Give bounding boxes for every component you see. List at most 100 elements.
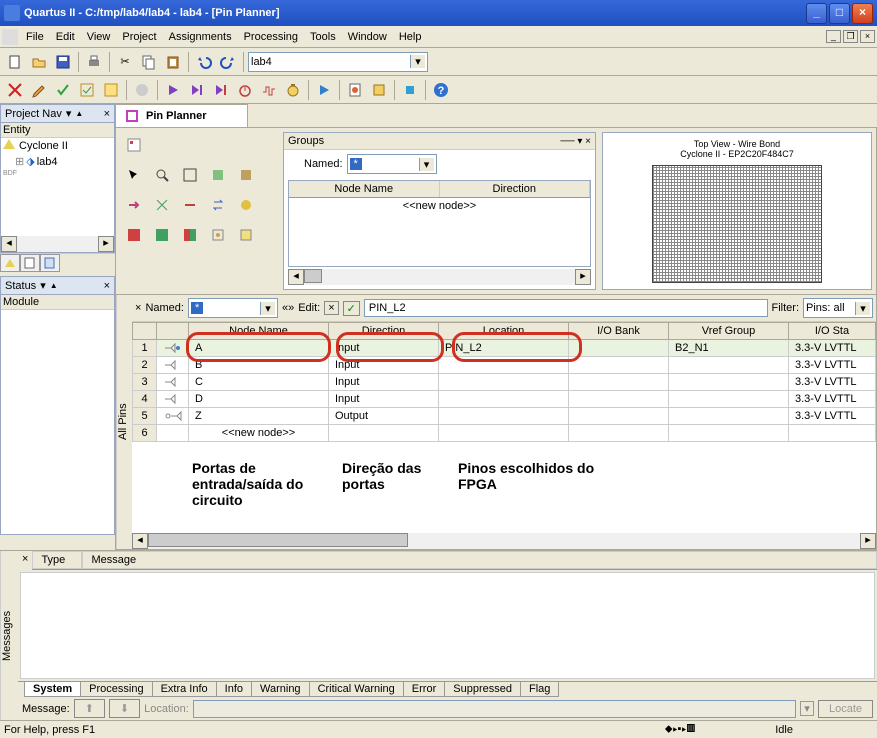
col-location[interactable]: Location bbox=[439, 323, 569, 340]
scroll-left-icon[interactable]: ◂ bbox=[1, 236, 17, 252]
chevron-down-icon[interactable]: ▾ bbox=[419, 158, 434, 171]
close-button[interactable]: × bbox=[852, 3, 873, 24]
simulate-icon[interactable] bbox=[313, 79, 335, 101]
paste-icon[interactable] bbox=[162, 51, 184, 73]
tab-criticalwarning[interactable]: Critical Warning bbox=[309, 682, 404, 697]
tab-pin-planner[interactable]: Pin Planner bbox=[115, 104, 248, 127]
open-icon[interactable] bbox=[28, 51, 50, 73]
help-icon[interactable]: ? bbox=[430, 79, 452, 101]
msg-prev-icon[interactable]: ⬆ bbox=[74, 699, 105, 718]
pencil-icon[interactable] bbox=[28, 79, 50, 101]
edit-accept-icon[interactable]: ✓ bbox=[343, 301, 360, 316]
new-icon[interactable] bbox=[4, 51, 26, 73]
table-row[interactable]: 6<<new node>> bbox=[133, 425, 876, 442]
no-compile-icon[interactable] bbox=[4, 79, 26, 101]
report-icon[interactable] bbox=[344, 79, 366, 101]
tab-hierarchy-icon[interactable] bbox=[0, 254, 20, 272]
compile-icon[interactable] bbox=[100, 79, 122, 101]
swap-icon[interactable] bbox=[206, 194, 230, 216]
report-tool-icon[interactable] bbox=[122, 134, 146, 156]
save-icon[interactable] bbox=[52, 51, 74, 73]
menu-file[interactable]: File bbox=[20, 29, 50, 45]
cut-icon[interactable]: ✂ bbox=[114, 51, 136, 73]
programmer-icon[interactable] bbox=[368, 79, 390, 101]
play-step-icon[interactable] bbox=[186, 79, 208, 101]
col-vrefgroup[interactable]: Vref Group bbox=[669, 323, 789, 340]
tab-warning[interactable]: Warning bbox=[251, 682, 310, 697]
messages-close-icon[interactable]: × bbox=[18, 551, 32, 567]
chip-diagram[interactable] bbox=[652, 165, 822, 283]
analysis-icon[interactable] bbox=[76, 79, 98, 101]
play-purple-icon[interactable] bbox=[162, 79, 184, 101]
col-iostandard[interactable]: I/O Sta bbox=[789, 323, 876, 340]
check-icon[interactable] bbox=[52, 79, 74, 101]
table-row[interactable]: 2BInput3.3-V LVTTL bbox=[133, 357, 876, 374]
color-mix-icon[interactable] bbox=[178, 224, 202, 246]
color-green-icon[interactable] bbox=[150, 224, 174, 246]
tab-design-icon[interactable] bbox=[40, 254, 60, 272]
wave-icon[interactable] bbox=[258, 79, 280, 101]
tab-error[interactable]: Error bbox=[403, 682, 445, 697]
tab-extrainfo[interactable]: Extra Info bbox=[152, 682, 217, 697]
assign-icon[interactable] bbox=[150, 194, 174, 216]
groups-col-direction[interactable]: Direction bbox=[440, 181, 591, 197]
allpins-filter-combo[interactable]: Pins: all▾ bbox=[803, 298, 873, 318]
col-nodename[interactable]: Node Name bbox=[189, 323, 329, 340]
chip-icon[interactable] bbox=[399, 79, 421, 101]
tab-system[interactable]: System bbox=[24, 682, 81, 697]
chevron-down-icon[interactable]: ▾ bbox=[410, 55, 425, 68]
edit-cancel-icon[interactable]: × bbox=[324, 301, 338, 315]
tab-suppressed[interactable]: Suppressed bbox=[444, 682, 521, 697]
mdi-close-button[interactable]: × bbox=[860, 30, 875, 43]
messages-col-type[interactable]: Type bbox=[32, 551, 82, 569]
tab-info[interactable]: Info bbox=[216, 682, 252, 697]
menu-view[interactable]: View bbox=[81, 29, 117, 45]
table-row[interactable]: 1AInputPIN_L2B2_N13.3-V LVTTL bbox=[133, 340, 876, 357]
stopwatch-icon[interactable] bbox=[282, 79, 304, 101]
messages-col-message[interactable]: Message bbox=[82, 551, 877, 569]
zoom-in-icon[interactable] bbox=[150, 164, 174, 186]
table-row[interactable]: 3CInput3.3-V LVTTL bbox=[133, 374, 876, 391]
groups-newnode-row[interactable]: <<new node>> bbox=[289, 198, 590, 214]
scroll-left-icon[interactable]: ◂ bbox=[288, 269, 304, 285]
project-nav-close-icon[interactable]: × bbox=[104, 108, 110, 120]
project-nav-scrollbar[interactable]: ◂ ▸ bbox=[1, 236, 114, 252]
menu-processing[interactable]: Processing bbox=[238, 29, 304, 45]
table-row[interactable]: 4DInput3.3-V LVTTL bbox=[133, 391, 876, 408]
allpins-named-combo[interactable]: *▾ bbox=[188, 298, 278, 318]
msg-next-icon[interactable]: ⬇ bbox=[109, 699, 140, 718]
col-iobank[interactable]: I/O Bank bbox=[569, 323, 669, 340]
chevron-down-icon[interactable]: ▾ bbox=[855, 302, 870, 315]
pointer-icon[interactable] bbox=[122, 164, 146, 186]
fit-icon[interactable] bbox=[178, 164, 202, 186]
mdi-restore-button[interactable]: ❐ bbox=[843, 30, 858, 43]
allpins-scrollbar[interactable]: ◂ ▸ bbox=[132, 533, 876, 549]
color-red-icon[interactable] bbox=[122, 224, 146, 246]
scroll-right-icon[interactable]: ▸ bbox=[860, 533, 876, 549]
groups-col-nodename[interactable]: Node Name bbox=[289, 181, 440, 197]
col-direction[interactable]: Direction bbox=[329, 323, 439, 340]
menu-edit[interactable]: Edit bbox=[50, 29, 81, 45]
chevron-down-icon[interactable]: ▾ bbox=[260, 302, 275, 315]
menu-project[interactable]: Project bbox=[116, 29, 162, 45]
location-dropdown-icon[interactable]: ▾ bbox=[800, 701, 814, 716]
groups-scrollbar[interactable]: ◂ ▸ bbox=[288, 269, 591, 285]
tab-flag[interactable]: Flag bbox=[520, 682, 559, 697]
pin-legend-icon[interactable] bbox=[234, 194, 258, 216]
locate-button[interactable]: Locate bbox=[818, 700, 873, 718]
scroll-right-icon[interactable]: ▸ bbox=[575, 269, 591, 285]
menu-window[interactable]: Window bbox=[342, 29, 393, 45]
groups-named-combo[interactable]: *▾ bbox=[347, 154, 437, 174]
tab-files-icon[interactable] bbox=[20, 254, 40, 272]
maximize-button[interactable]: □ bbox=[829, 3, 850, 24]
package-bottom-icon[interactable] bbox=[234, 164, 258, 186]
copy-icon[interactable] bbox=[138, 51, 160, 73]
status-close-icon[interactable]: × bbox=[104, 280, 110, 292]
minimize-button[interactable]: _ bbox=[806, 3, 827, 24]
package-top-icon[interactable] bbox=[206, 164, 230, 186]
remove-icon[interactable] bbox=[178, 194, 202, 216]
stop-icon[interactable] bbox=[131, 79, 153, 101]
project-combo[interactable]: lab4▾ bbox=[248, 52, 428, 72]
menu-assignments[interactable]: Assignments bbox=[163, 29, 238, 45]
mdi-minimize-button[interactable]: _ bbox=[826, 30, 841, 43]
